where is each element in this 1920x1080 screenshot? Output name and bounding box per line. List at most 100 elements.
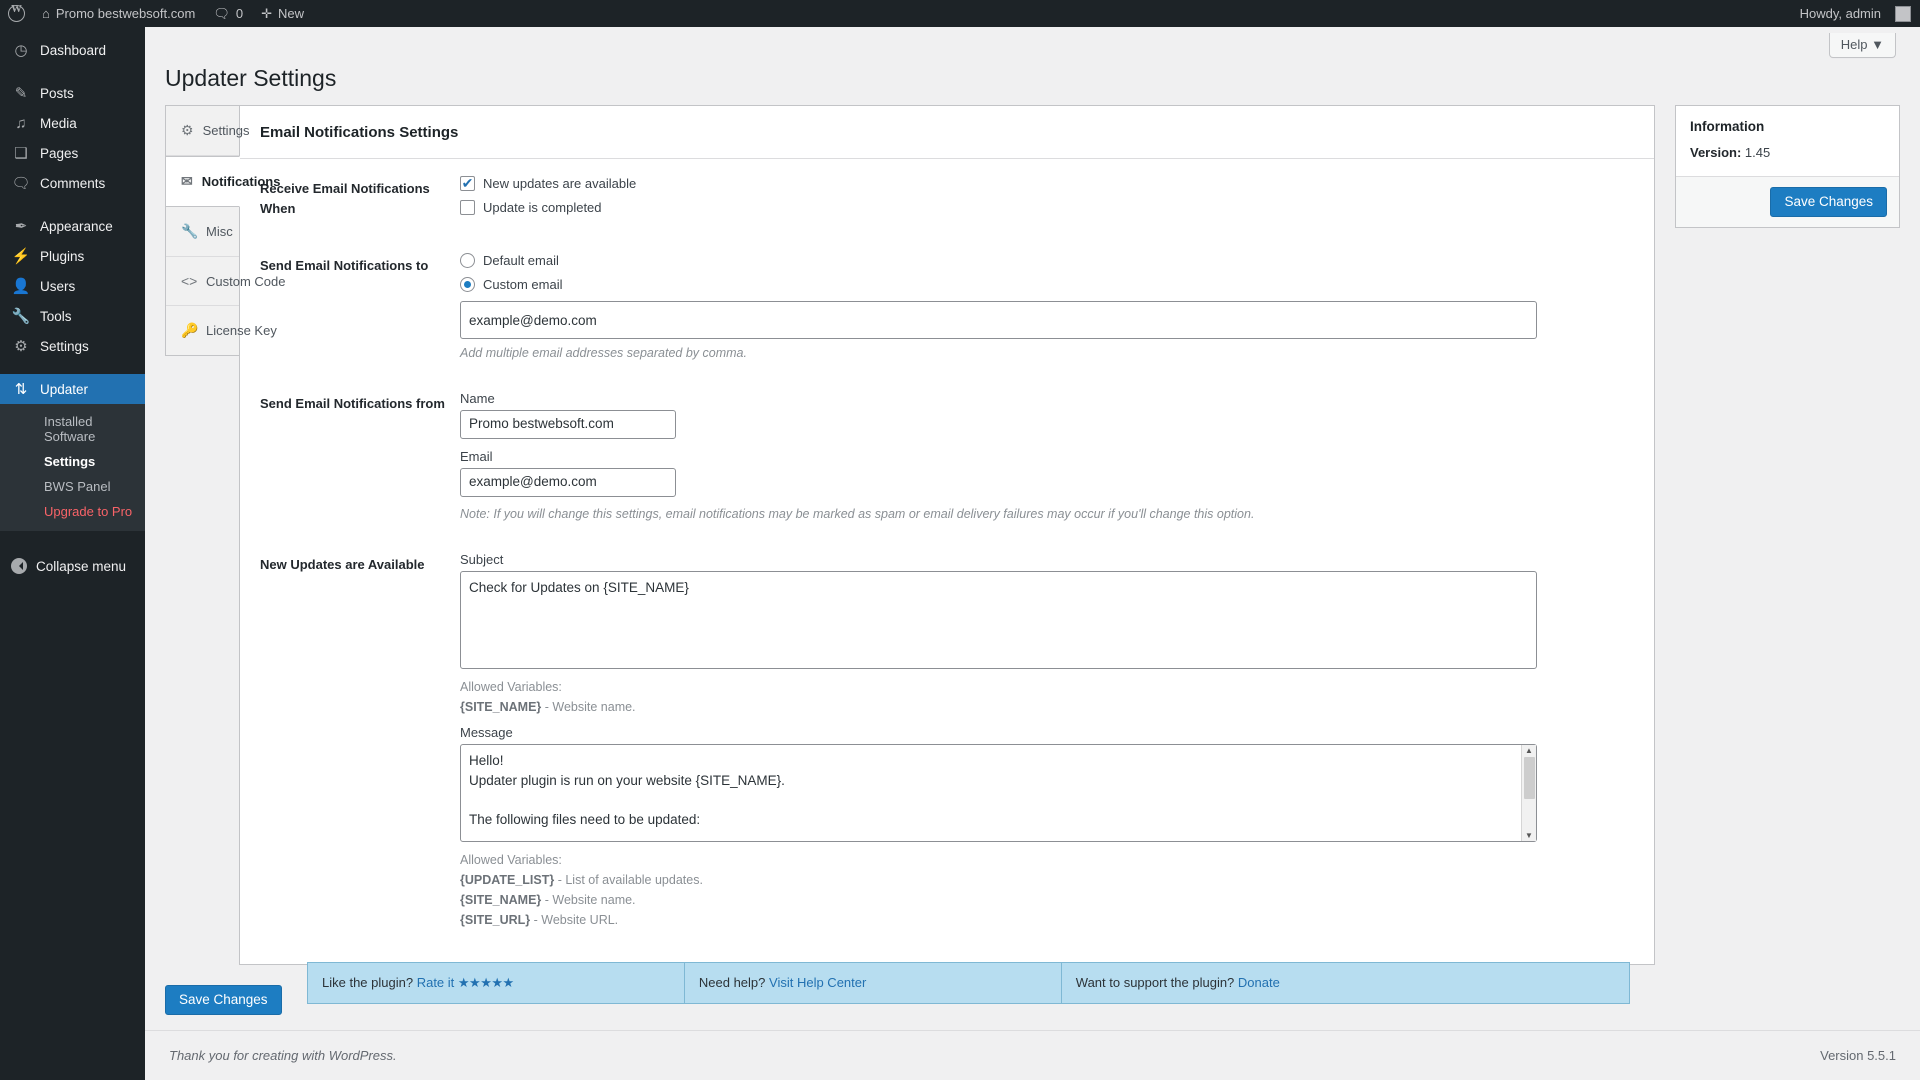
donate-link[interactable]: Donate bbox=[1238, 975, 1280, 990]
checkbox-icon[interactable] bbox=[460, 173, 475, 193]
site-name-menu[interactable]: ⌂ Promo bestwebsoft.com bbox=[33, 0, 204, 27]
var-desc: - Website name. bbox=[541, 893, 636, 907]
version-label: Version: bbox=[1690, 145, 1742, 160]
var-desc: - Website name. bbox=[541, 700, 636, 714]
sidebar-item-users[interactable]: 👤 Users bbox=[0, 271, 145, 301]
panel-body: Receive Email Notifications When New upd… bbox=[240, 159, 1654, 964]
scroll-up-icon[interactable]: ▲ bbox=[1525, 745, 1533, 756]
tab-misc[interactable]: 🔧 Misc bbox=[166, 207, 239, 257]
sidebar-divider bbox=[0, 65, 145, 78]
comments-menu[interactable]: 🗨 0 bbox=[204, 0, 252, 27]
admin-sidebar: ◷ Dashboard ✎ Posts ♫ Media ❑ Pages 🗨 Co… bbox=[0, 27, 145, 1080]
tab-settings[interactable]: ⚙ Settings bbox=[166, 106, 250, 156]
gear-icon: ⚙ bbox=[181, 122, 194, 138]
tab-custom-code[interactable]: <> Custom Code bbox=[166, 257, 285, 306]
message-scrollbar[interactable]: ▲ ▼ bbox=[1521, 745, 1536, 841]
chevron-down-icon: ▼ bbox=[1871, 37, 1884, 52]
sidebar-item-posts[interactable]: ✎ Posts bbox=[0, 78, 145, 108]
submenu-item-settings[interactable]: Settings bbox=[0, 449, 145, 474]
sidebar-item-comments[interactable]: 🗨 Comments bbox=[0, 168, 145, 198]
collapse-menu-button[interactable]: Collapse menu bbox=[0, 551, 145, 581]
admin-footer: Thank you for creating with WordPress. V… bbox=[145, 1030, 1920, 1080]
receive-when-field: New updates are available Update is comp… bbox=[460, 173, 1634, 224]
scroll-down-icon[interactable]: ▼ bbox=[1525, 830, 1533, 841]
footer-version: Version 5.5.1 bbox=[1820, 1048, 1896, 1063]
new-updates-row: New Updates are Available Subject Check … bbox=[260, 549, 1634, 930]
radio-default-email[interactable]: Default email bbox=[460, 253, 1634, 268]
settings-layout: ⚙ Settings ✉ Notifications 🔧 Misc <> Cus… bbox=[165, 105, 1900, 1015]
sidebar-item-label: Posts bbox=[40, 85, 74, 101]
wordpress-link[interactable]: WordPress bbox=[329, 1048, 393, 1063]
from-email-label: Email bbox=[460, 449, 493, 464]
promo-text: Need help? bbox=[698, 975, 766, 990]
sidebar-item-appearance[interactable]: ✒ Appearance bbox=[0, 211, 145, 241]
sidebar-item-media[interactable]: ♫ Media bbox=[0, 108, 145, 138]
code-brackets-icon: <> bbox=[181, 273, 198, 289]
help-tab-button[interactable]: Help ▼ bbox=[1828, 33, 1896, 58]
information-body: Version: 1.45 bbox=[1676, 145, 1899, 176]
save-changes-button-sidebar[interactable]: Save Changes bbox=[1770, 187, 1887, 217]
send-to-label: Send Email Notifications to bbox=[260, 258, 429, 273]
wrench-icon: 🔧 bbox=[11, 307, 31, 325]
sidebar-item-tools[interactable]: 🔧 Tools bbox=[0, 301, 145, 331]
sidebar-item-settings[interactable]: ⚙ Settings bbox=[0, 331, 145, 361]
save-changes-button[interactable]: Save Changes bbox=[165, 985, 282, 1015]
footer-thanks-prefix: Thank you for creating with bbox=[169, 1048, 329, 1063]
custom-email-input[interactable]: example@demo.com bbox=[460, 301, 1537, 339]
subject-textarea[interactable]: Check for Updates on {SITE_NAME} bbox=[460, 571, 1537, 669]
footer-thanks-suffix: . bbox=[393, 1048, 397, 1063]
settings-panel-wrap: ⚙ Settings ✉ Notifications 🔧 Misc <> Cus… bbox=[165, 105, 1655, 965]
visit-help-center-link[interactable]: Visit Help Center bbox=[769, 975, 866, 990]
submenu-item-upgrade-to-pro[interactable]: Upgrade to Pro bbox=[0, 499, 145, 524]
settings-right-column: Information Version: 1.45 Save Changes bbox=[1655, 105, 1900, 1015]
new-updates-field: Subject Check for Updates on {SITE_NAME}… bbox=[460, 549, 1634, 930]
rate-it-link[interactable]: Rate it bbox=[417, 975, 455, 990]
sidebar-item-plugins[interactable]: ⚡ Plugins bbox=[0, 241, 145, 271]
tab-label: Notifications bbox=[201, 174, 281, 189]
checkbox-update-is-completed[interactable]: Update is completed bbox=[460, 200, 1634, 215]
submenu-item-bws-panel[interactable]: BWS Panel bbox=[0, 474, 145, 499]
pages-icon: ❑ bbox=[14, 144, 28, 162]
sidebar-item-updater[interactable]: ⇅ Updater bbox=[0, 374, 145, 404]
radio-icon[interactable] bbox=[460, 253, 475, 268]
sidebar-item-pages[interactable]: ❑ Pages bbox=[0, 138, 145, 168]
checkbox-new-updates-available[interactable]: New updates are available bbox=[460, 173, 1634, 193]
information-footer: Save Changes bbox=[1676, 176, 1899, 227]
star-rating-icon[interactable]: ★★★★★ bbox=[458, 975, 514, 990]
checkbox-label: Update is completed bbox=[483, 200, 602, 215]
sidebar-divider bbox=[0, 361, 145, 374]
send-from-field: Name Promo bestwebsoft.com Email example… bbox=[460, 388, 1634, 521]
radio-icon[interactable] bbox=[460, 277, 475, 292]
promo-rate-cell: Like the plugin? Rate it ★★★★★ bbox=[308, 963, 685, 1003]
radio-custom-email[interactable]: Custom email bbox=[460, 277, 1634, 292]
tab-license-key[interactable]: 🔑 License Key bbox=[166, 306, 277, 355]
comment-bubble-icon: 🗨 bbox=[213, 5, 230, 21]
sidebar-item-label: Comments bbox=[40, 175, 106, 191]
from-name-input[interactable]: Promo bestwebsoft.com bbox=[460, 410, 676, 439]
send-to-row: Send Email Notifications to Default emai… bbox=[260, 250, 1634, 360]
scroll-thumb[interactable] bbox=[1524, 757, 1535, 799]
sidebar-item-label: Dashboard bbox=[40, 42, 107, 58]
pin-icon: ✎ bbox=[14, 84, 28, 102]
promo-help-cell: Need help? Visit Help Center bbox=[685, 963, 1062, 1003]
sidebar-item-label: Pages bbox=[40, 145, 79, 161]
new-content-menu[interactable]: ✛ New bbox=[252, 0, 313, 27]
from-email-input[interactable]: example@demo.com bbox=[460, 468, 676, 497]
sidebar-item-label: Appearance bbox=[40, 218, 113, 234]
updater-submenu: Installed Software Settings BWS Panel Up… bbox=[0, 404, 145, 531]
howdy-menu[interactable]: Howdy, admin bbox=[1791, 0, 1920, 27]
tab-label: Custom Code bbox=[206, 273, 286, 289]
send-from-row: Send Email Notifications from Name Promo… bbox=[260, 388, 1634, 521]
sidebar-item-dashboard[interactable]: ◷ Dashboard bbox=[0, 35, 145, 65]
wordpress-logo-button[interactable] bbox=[0, 0, 33, 27]
submenu-item-installed-software[interactable]: Installed Software bbox=[0, 409, 145, 449]
footer-thanks: Thank you for creating with WordPress. bbox=[169, 1048, 397, 1063]
checkbox-icon[interactable] bbox=[460, 200, 475, 215]
settings-left-column: ⚙ Settings ✉ Notifications 🔧 Misc <> Cus… bbox=[165, 105, 1655, 1015]
message-textarea[interactable]: Hello! Updater plugin is run on your web… bbox=[460, 744, 1537, 842]
wrench-icon: 🔧 bbox=[181, 223, 199, 239]
tab-notifications[interactable]: ✉ Notifications bbox=[166, 156, 280, 207]
message-var-item: {SITE_URL} - Website URL. bbox=[460, 910, 1634, 930]
sidebar-item-label: Media bbox=[40, 115, 77, 131]
help-label: Help bbox=[1840, 37, 1868, 52]
